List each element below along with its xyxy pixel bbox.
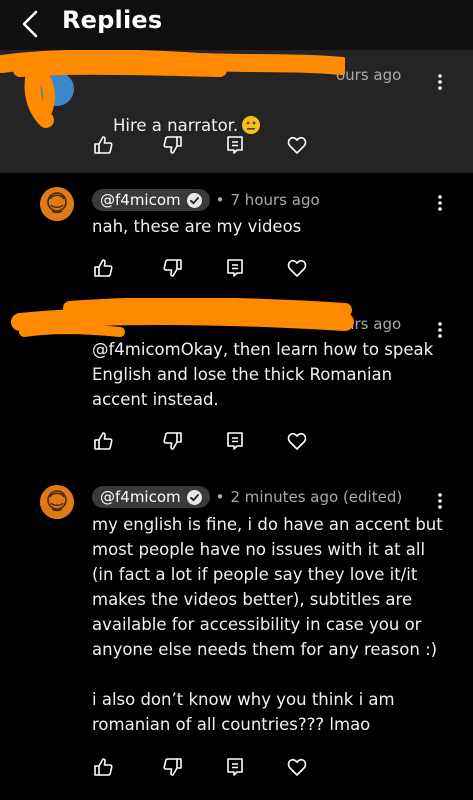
like-icon[interactable] bbox=[92, 134, 114, 156]
verified-check-icon bbox=[186, 192, 202, 208]
comment-item: @f4micom • 7 hours ago nah, these are my… bbox=[0, 173, 473, 296]
back-chevron-icon[interactable] bbox=[18, 8, 46, 40]
comment-item: urs ago @f4micomOkay, then learn how to … bbox=[0, 296, 473, 462]
redaction-scribble bbox=[11, 298, 354, 337]
redaction-scribble bbox=[0, 50, 345, 128]
comment-item: ours ago Hire a narrator. bbox=[0, 50, 473, 173]
avatar[interactable] bbox=[40, 485, 74, 519]
comment-actions bbox=[92, 756, 322, 780]
heart-icon[interactable] bbox=[286, 134, 308, 156]
avatar[interactable] bbox=[40, 187, 74, 221]
dislike-icon[interactable] bbox=[162, 756, 184, 778]
dislike-icon[interactable] bbox=[162, 430, 184, 452]
comment-actions bbox=[92, 134, 322, 158]
reply-icon[interactable] bbox=[224, 257, 246, 279]
comment-actions bbox=[92, 430, 322, 454]
like-icon[interactable] bbox=[92, 756, 114, 778]
comment-time: ours ago bbox=[336, 66, 402, 84]
comment-meta: @f4micom • 2 minutes ago (edited) bbox=[92, 486, 402, 508]
more-options-icon[interactable] bbox=[430, 193, 450, 213]
heart-icon[interactable] bbox=[286, 430, 308, 452]
author-handle[interactable]: @f4micom bbox=[92, 486, 210, 508]
verified-check-icon bbox=[186, 489, 202, 505]
comment-actions bbox=[92, 257, 322, 281]
heart-icon[interactable] bbox=[286, 257, 308, 279]
header: Replies bbox=[0, 0, 473, 50]
reply-icon[interactable] bbox=[224, 756, 246, 778]
more-options-icon[interactable] bbox=[430, 491, 450, 511]
comment-meta: @f4micom • 7 hours ago bbox=[92, 189, 320, 211]
comment-time: 7 hours ago bbox=[230, 191, 320, 209]
comment-time: 2 minutes ago (edited) bbox=[230, 488, 403, 506]
more-options-icon[interactable] bbox=[430, 320, 450, 340]
reply-icon[interactable] bbox=[224, 430, 246, 452]
page-title: Replies bbox=[62, 6, 163, 34]
like-icon[interactable] bbox=[92, 430, 114, 452]
comment-text: nah, these are my videos bbox=[92, 217, 302, 236]
more-options-icon[interactable] bbox=[430, 72, 450, 92]
dislike-icon[interactable] bbox=[162, 257, 184, 279]
comment-item: @f4micom • 2 minutes ago (edited) my eng… bbox=[0, 462, 473, 800]
comment-text: @f4micomOkay, then learn how to speak En… bbox=[92, 340, 434, 409]
comment-text: my english is fine, i do have an accent … bbox=[92, 515, 443, 734]
like-icon[interactable] bbox=[92, 257, 114, 279]
reply-icon[interactable] bbox=[224, 134, 246, 156]
dislike-icon[interactable] bbox=[162, 134, 184, 156]
author-handle[interactable]: @f4micom bbox=[92, 189, 210, 211]
heart-icon[interactable] bbox=[286, 756, 308, 778]
comment-meta: ours ago bbox=[336, 66, 401, 84]
